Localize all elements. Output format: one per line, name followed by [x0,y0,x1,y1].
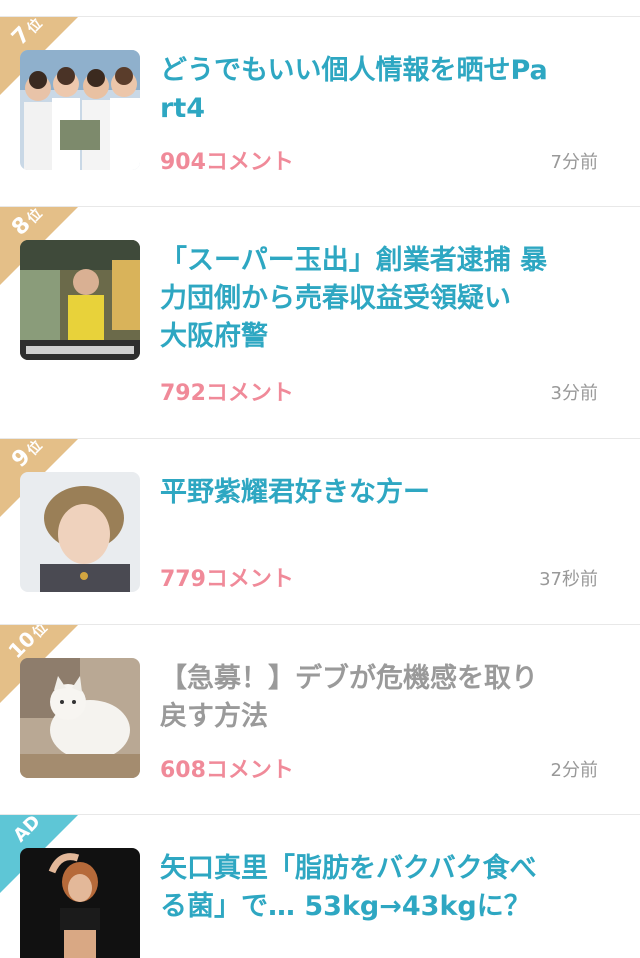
timestamp: 3分前 [550,383,598,404]
thread-title[interactable]: 平野紫耀君好きな方ー [160,474,560,512]
comment-count: 904コメント [160,150,294,175]
thumbnail[interactable] [20,658,140,778]
list-item[interactable]: 7位 どうでもいい個人情報を晒せPart4 904コメント 7分前 [0,17,640,206]
thread-title[interactable]: 【急募！】デブが危機感を取り戻す方法 [160,660,560,736]
list-item[interactable]: 8位 「スーパー玉出」創業者逮捕 暴力団側から売春収益受領疑い 大阪府警 792… [0,207,640,438]
thumbnail[interactable] [20,472,140,592]
timestamp: 2分前 [550,760,598,781]
comment-count: 779コメント [160,567,294,592]
ranking-list: 7位 どうでもいい個人情報を晒せPart4 904コメント 7分前 8位 「スー… [0,0,640,958]
thread-title[interactable]: どうでもいい個人情報を晒せPart4 [160,52,560,128]
list-item[interactable]: 9位 平野紫耀君好きな方ー 779コメント 37秒前 [0,439,640,624]
timestamp: 37秒前 [539,569,598,590]
comment-count: 792コメント [160,381,294,406]
thumbnail[interactable] [20,240,140,360]
comment-count: 608コメント [160,758,294,783]
thread-title[interactable]: 「スーパー玉出」創業者逮捕 暴力団側から売春収益受領疑い 大阪府警 [160,242,560,356]
thumbnail[interactable] [20,848,140,958]
ad-title[interactable]: 矢口真里「脂肪をバクバク食べる菌」で… 53kg→43kgに？ [160,850,560,926]
ad-item[interactable]: AD 矢口真里「脂肪をバクバク食べる菌」で… 53kg→43kgに？ [0,815,640,958]
thumbnail[interactable] [20,50,140,170]
timestamp: 7分前 [550,152,598,173]
ad-label: AD [9,815,45,847]
list-item[interactable]: 10位 【急募！】デブが危機感を取り戻す方法 608コメント 2分前 [0,625,640,814]
